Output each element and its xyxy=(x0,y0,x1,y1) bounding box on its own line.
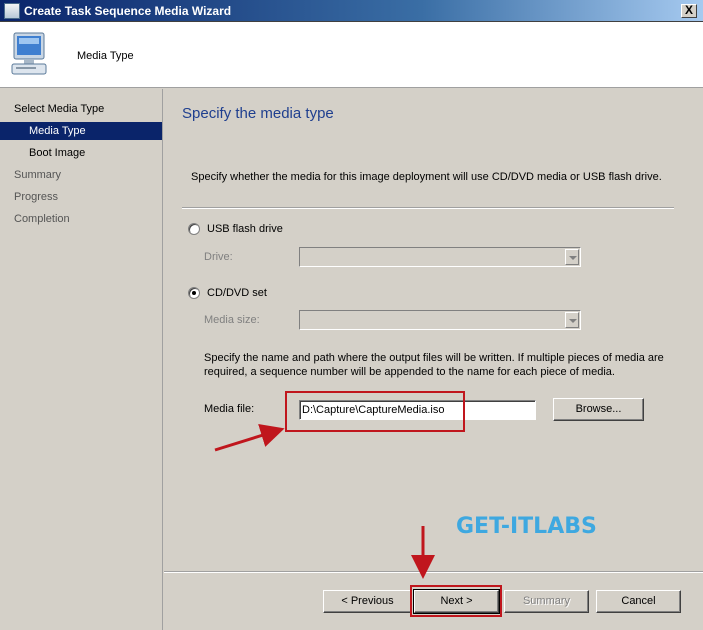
title-bar: Create Task Sequence Media Wizard X xyxy=(0,0,703,22)
media-size-label: Media size: xyxy=(204,314,260,326)
separator xyxy=(182,207,674,209)
step-select-media-type: Select Media Type xyxy=(14,103,105,115)
media-file-input[interactable]: D:\Capture\CaptureMedia.iso xyxy=(299,400,536,420)
media-size-select[interactable] xyxy=(299,310,581,330)
footer-separator xyxy=(164,571,703,573)
drive-label: Drive: xyxy=(204,251,233,263)
step-boot-image: Boot Image xyxy=(29,147,86,159)
watermark-text: GET-ITLABS xyxy=(456,514,597,539)
next-button[interactable]: Next > xyxy=(413,589,500,614)
window-title: Create Task Sequence Media Wizard xyxy=(24,4,232,18)
cddvd-label[interactable]: CD/DVD set xyxy=(207,287,267,299)
step-completion: Completion xyxy=(14,213,70,225)
close-button[interactable]: X xyxy=(681,4,697,18)
step-summary: Summary xyxy=(14,169,62,181)
page-title: Specify the media type xyxy=(182,105,334,122)
cddvd-radio[interactable] xyxy=(188,287,200,299)
wizard-page: Specify the media type Specify whether t… xyxy=(164,89,703,630)
summary-button: Summary xyxy=(504,590,589,613)
usb-label[interactable]: USB flash drive xyxy=(207,223,283,235)
computer-icon xyxy=(11,32,47,75)
chevron-down-icon[interactable] xyxy=(565,249,579,265)
media-file-label: Media file: xyxy=(204,403,255,415)
usb-radio[interactable] xyxy=(188,223,200,235)
drive-select[interactable] xyxy=(299,247,581,267)
output-info-text: Specify the name and path where the outp… xyxy=(204,352,664,378)
step-progress: Progress xyxy=(14,191,59,203)
wizard-icon xyxy=(4,3,20,19)
wizard-header: Media Type xyxy=(0,22,703,88)
step-media-type: Media Type xyxy=(0,122,162,140)
wizard-steps: Select Media Type Media Type Boot Image … xyxy=(0,89,163,630)
cancel-button[interactable]: Cancel xyxy=(596,590,681,613)
previous-button[interactable]: < Previous xyxy=(323,590,412,613)
header-title: Media Type xyxy=(77,50,134,62)
chevron-down-icon[interactable] xyxy=(565,312,579,328)
page-description: Specify whether the media for this image… xyxy=(191,171,662,183)
browse-button[interactable]: Browse... xyxy=(553,398,644,421)
